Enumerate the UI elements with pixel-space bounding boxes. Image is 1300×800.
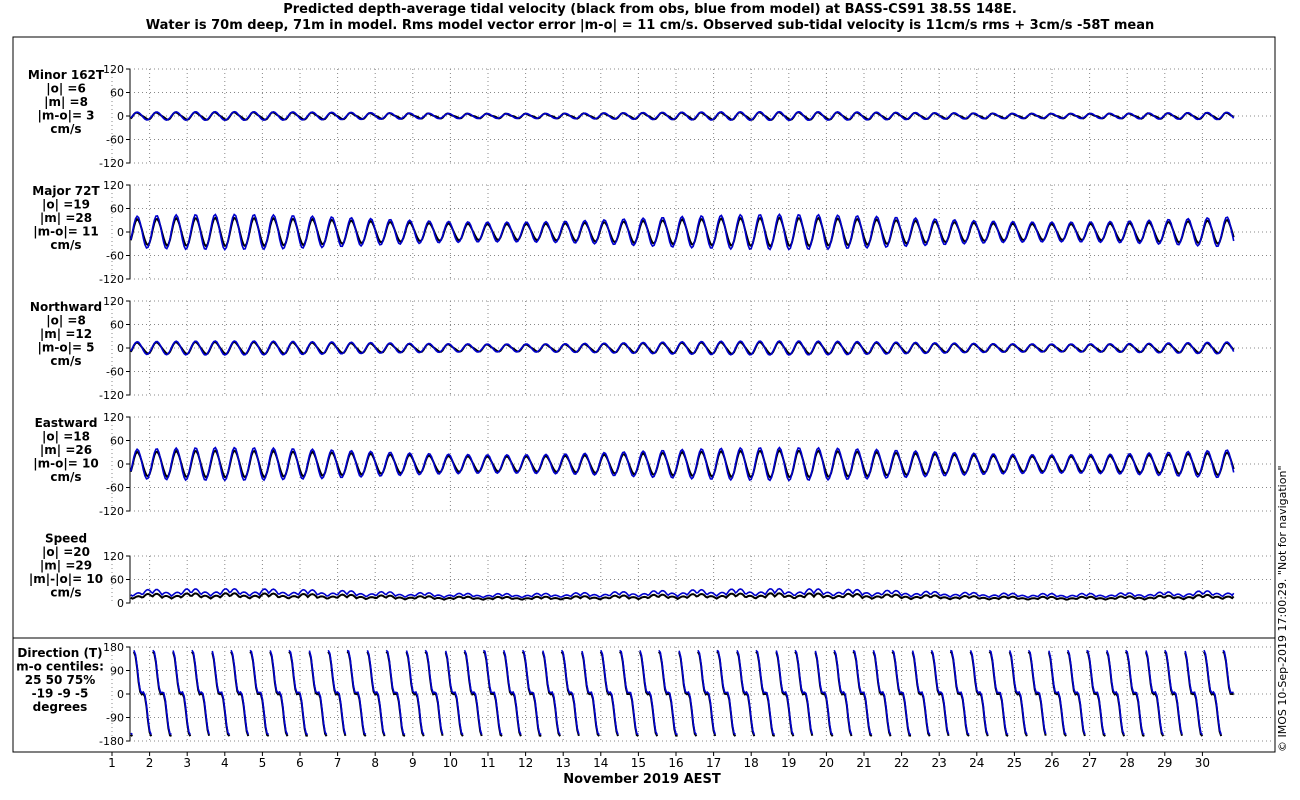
y-tick-label: 180 — [103, 641, 124, 654]
y-tick-label: -90 — [106, 712, 124, 725]
x-tick-label: 8 — [371, 756, 379, 770]
y-tick-label: -120 — [99, 389, 124, 402]
y-tick-label: 0 — [117, 342, 124, 355]
panel-label-line: Major 72T — [32, 184, 100, 198]
y-tick-label: -120 — [99, 273, 124, 286]
y-tick-label: 0 — [117, 226, 124, 239]
panel-label-line: -19 -9 -5 — [32, 687, 89, 701]
x-tick-label: 6 — [296, 756, 304, 770]
tidal-velocity-chart: 120600-60-120Minor 162T|o| =6|m| =8|m-o|… — [12, 36, 1289, 787]
x-tick-label: 30 — [1195, 756, 1210, 770]
panel-label-line: 25 50 75% — [25, 673, 95, 687]
y-tick-label: 120 — [103, 295, 124, 308]
x-tick-label: 7 — [334, 756, 342, 770]
panel-label-line: Speed — [45, 532, 87, 546]
x-tick-label: 27 — [1082, 756, 1097, 770]
x-tick-label: 11 — [480, 756, 495, 770]
panel-label-line: |m-o|= 3 — [37, 109, 94, 123]
x-tick-label: 9 — [409, 756, 417, 770]
y-tick-label: -120 — [99, 157, 124, 170]
y-tick-label: -180 — [99, 735, 124, 748]
x-axis-label: November 2019 AEST — [563, 772, 721, 787]
x-tick-label: 17 — [706, 756, 721, 770]
panel-major: 120600-60-120Major 72T|o| =19|m| =28|m-o… — [32, 179, 1274, 286]
panel-label-line: cm/s — [50, 122, 81, 136]
y-tick-label: 0 — [117, 458, 124, 471]
y-tick-label: 120 — [103, 411, 124, 424]
x-tick-label: 22 — [894, 756, 909, 770]
y-tick-label: -60 — [106, 250, 124, 263]
panel-speed: 120600Speed|o| =20|m| =29|m|-|o|= 10cm/s — [29, 532, 1274, 610]
y-tick-label: -60 — [106, 366, 124, 379]
x-tick-label: 14 — [593, 756, 608, 770]
panel-label-line: |o| =18 — [42, 430, 90, 444]
panel-label-line: m-o centiles: — [16, 660, 104, 674]
x-tick-label: 20 — [819, 756, 834, 770]
panel-label-line: |o| =20 — [42, 545, 90, 559]
x-tick-label: 13 — [556, 756, 571, 770]
panel-minor: 120600-60-120Minor 162T|o| =6|m| =8|m-o|… — [28, 63, 1274, 170]
x-tick-label: 21 — [856, 756, 871, 770]
panel-label-line: Minor 162T — [28, 68, 105, 82]
y-tick-label: -60 — [106, 482, 124, 495]
panel-label-line: cm/s — [50, 470, 81, 484]
x-tick-label: 12 — [518, 756, 533, 770]
credit-text: © IMOS 10-Sep-2019 17:00:29. "Not for na… — [1276, 465, 1289, 752]
panel-label-line: degrees — [33, 700, 88, 714]
panel-label-line: |m-o|= 11 — [33, 225, 98, 239]
x-tick-label: 3 — [183, 756, 191, 770]
panel-label-line: Northward — [30, 300, 102, 314]
panel-label-line: |o| =8 — [46, 314, 86, 328]
panel-northward: 120600-60-120Northward|o| =8|m| =12|m-o|… — [30, 295, 1274, 402]
upper-frame — [12, 36, 1276, 639]
y-tick-label: 0 — [117, 597, 124, 610]
panel-label-line: cm/s — [50, 238, 81, 252]
y-tick-label: -120 — [99, 505, 124, 518]
x-tick-label: 19 — [781, 756, 796, 770]
y-tick-label: 0 — [117, 110, 124, 123]
y-tick-label: 120 — [103, 179, 124, 192]
y-tick-label: -60 — [106, 134, 124, 147]
panel-label-line: |o| =19 — [42, 198, 90, 212]
panel-label-line: |m-o|= 5 — [37, 341, 94, 355]
y-tick-label: 120 — [103, 63, 124, 76]
panel-label-line: |m-o|= 10 — [33, 457, 98, 471]
panel-label-line: |m| =8 — [44, 95, 88, 109]
x-tick-label: 24 — [969, 756, 984, 770]
x-tick-label: 18 — [744, 756, 759, 770]
panel-label-line: cm/s — [50, 586, 81, 600]
panel-label-line: Eastward — [35, 416, 98, 430]
x-tick-label: 16 — [668, 756, 683, 770]
panel-label-line: |m|-|o|= 10 — [29, 572, 103, 586]
x-tick-label: 1 — [108, 756, 116, 770]
panel-label-line: |m| =26 — [40, 443, 92, 457]
y-tick-label: 0 — [117, 688, 124, 701]
panel-label-line: cm/s — [50, 354, 81, 368]
x-tick-label: 4 — [221, 756, 229, 770]
x-tick-label: 26 — [1044, 756, 1059, 770]
panel-direction: 180900-90-180Direction (T)m-o centiles:2… — [16, 641, 1274, 748]
panel-eastward: 120600-60-120Eastward|o| =18|m| =26|m-o|… — [33, 411, 1274, 518]
panel-label-line: |m| =29 — [40, 559, 92, 573]
x-tick-label: 29 — [1157, 756, 1172, 770]
series-model-line — [130, 649, 1234, 736]
x-tick-label: 2 — [146, 756, 154, 770]
panel-label-line: |o| =6 — [46, 82, 86, 96]
x-tick-label: 28 — [1120, 756, 1135, 770]
panel-label-line: |m| =12 — [40, 327, 92, 341]
y-tick-label: 120 — [103, 550, 124, 563]
x-tick-label: 5 — [259, 756, 267, 770]
x-tick-label: 23 — [932, 756, 947, 770]
x-tick-label: 25 — [1007, 756, 1022, 770]
panel-label-line: Direction (T) — [17, 646, 102, 660]
x-tick-label: 15 — [631, 756, 646, 770]
x-tick-label: 10 — [443, 756, 458, 770]
panel-label-line: |m| =28 — [40, 211, 92, 225]
